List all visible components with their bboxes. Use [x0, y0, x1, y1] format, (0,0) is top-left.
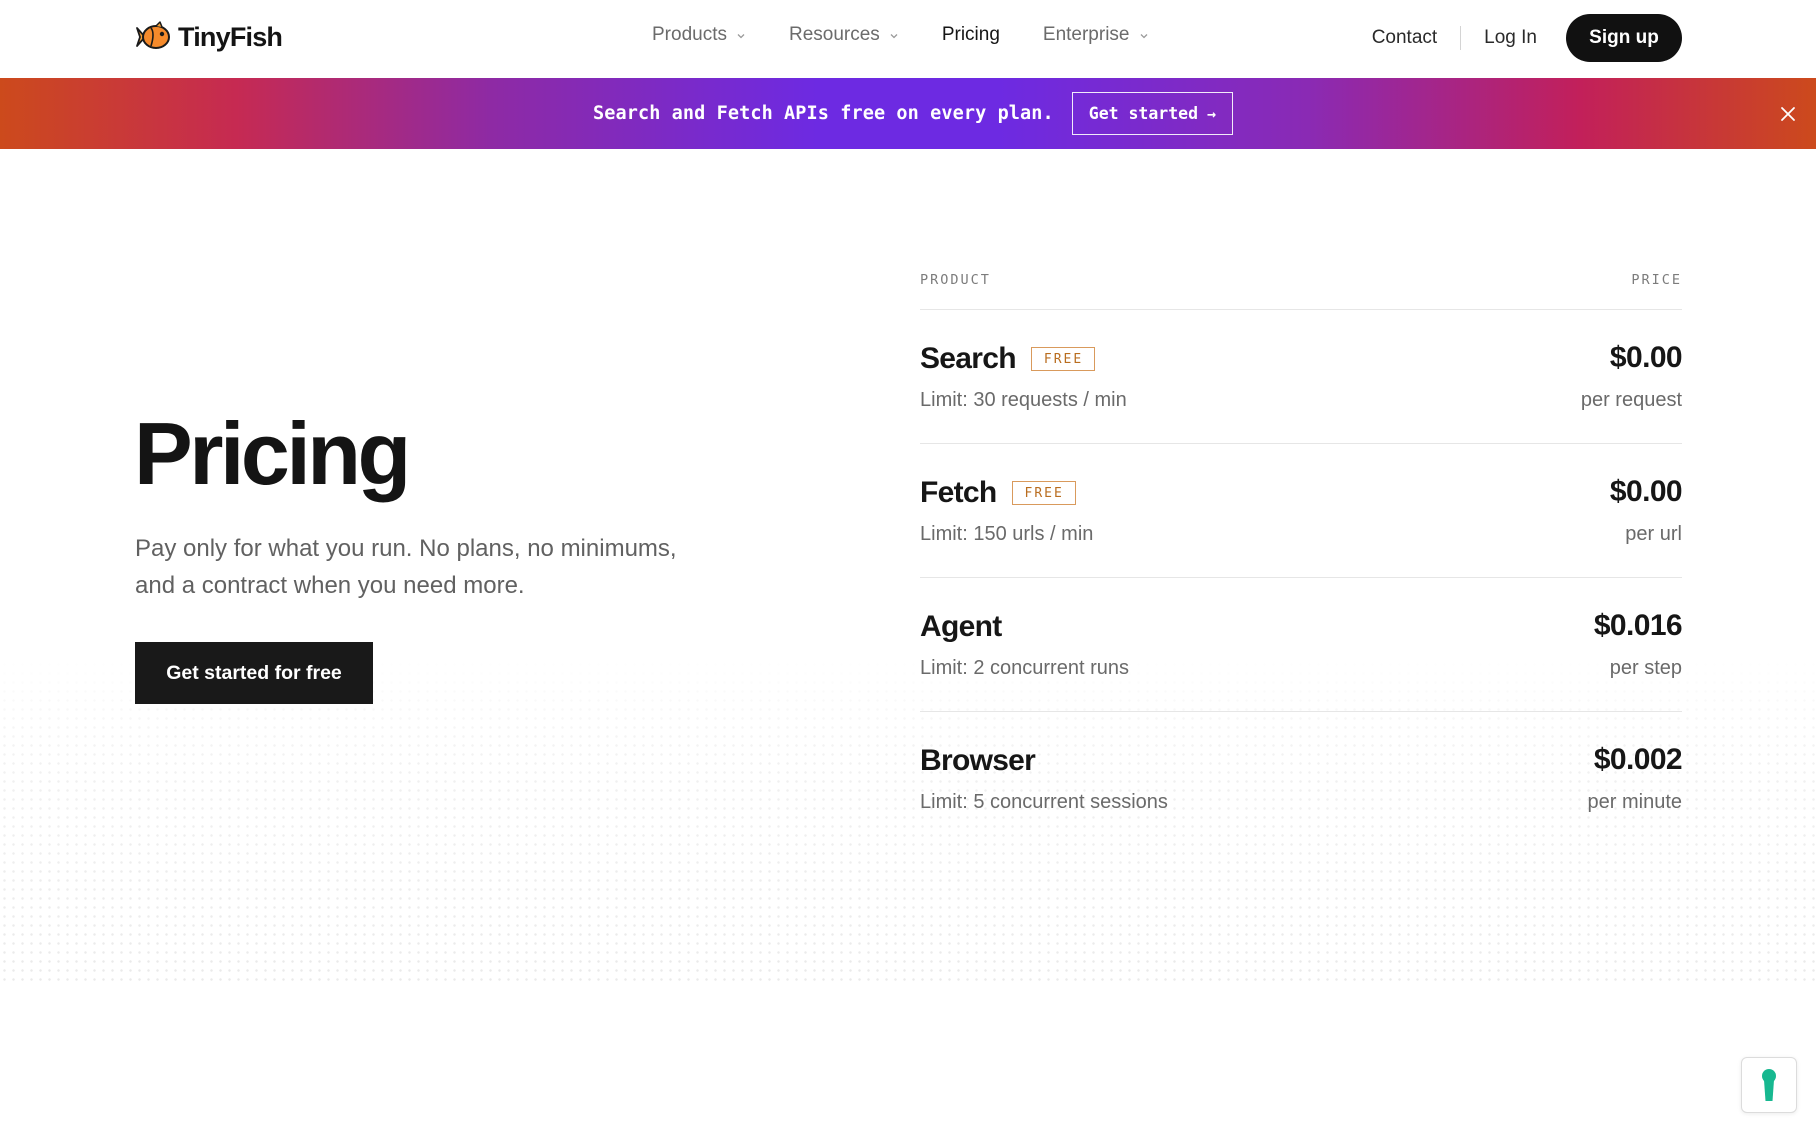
- price-column-header: PRICE: [1631, 272, 1682, 288]
- product-name: Fetch: [920, 476, 997, 509]
- product-price: $0.00: [1609, 341, 1683, 374]
- nav-products[interactable]: Products: [652, 24, 746, 46]
- main-nav: Products Resources Pricing Enterprise: [652, 24, 1192, 46]
- table-row: Agent Limit: 2 concurrent runs $0.016 pe…: [920, 578, 1683, 712]
- product-name: Agent: [920, 610, 1002, 643]
- price-unit: per minute: [1587, 791, 1683, 813]
- get-started-free-button[interactable]: Get started for free: [135, 642, 373, 704]
- product-limit: Limit: 150 urls / min: [920, 523, 1094, 545]
- fish-logo-icon: [136, 21, 170, 49]
- product-column-header: PRODUCT: [920, 272, 991, 288]
- table-row: Search FREE Limit: 30 requests / min $0.…: [920, 310, 1683, 444]
- brand-logo[interactable]: TinyFish: [134, 20, 283, 54]
- signup-button[interactable]: Sign up: [1566, 14, 1682, 62]
- product-name: Browser: [920, 744, 1036, 777]
- close-icon[interactable]: [1776, 102, 1800, 126]
- free-badge: FREE: [1030, 347, 1096, 371]
- banner-button-label: Get started: [1088, 104, 1199, 123]
- floating-widget-button[interactable]: [1741, 1057, 1797, 1113]
- nav-divider: [1460, 26, 1462, 50]
- table-row: Fetch FREE Limit: 150 urls / min $0.00 p…: [920, 444, 1683, 578]
- table-row: Browser Limit: 5 concurrent sessions $0.…: [920, 712, 1683, 846]
- brand-name: TinyFish: [178, 21, 283, 52]
- product-limit: Limit: 5 concurrent sessions: [920, 791, 1168, 813]
- product-limit: Limit: 30 requests / min: [920, 389, 1127, 411]
- product-name-cell: Fetch FREE: [920, 476, 1076, 510]
- nav-actions: Contact Log In Sign up: [1372, 14, 1682, 62]
- product-price: $0.002: [1593, 743, 1683, 776]
- nav-pricing-label: Pricing: [941, 24, 1000, 45]
- page-title: Pricing: [134, 404, 411, 503]
- banner-content: Search and Fetch APIs free on every plan…: [593, 92, 1234, 135]
- hero-subtitle-line-2: and a contract when you need more.: [135, 572, 525, 599]
- nav-enterprise-label: Enterprise: [1042, 24, 1130, 45]
- promo-banner: Search and Fetch APIs free on every plan…: [0, 78, 1816, 149]
- product-limit: Limit: 2 concurrent runs: [920, 657, 1129, 679]
- chevron-down-icon: [1140, 34, 1147, 39]
- keyhole-icon: [1762, 1069, 1776, 1101]
- hero-subtitle: Pay only for what you run. No plans, no …: [135, 530, 735, 604]
- top-nav: TinyFish Products Resources Pricing Ente…: [0, 0, 1816, 78]
- arrow-right-icon: →: [1207, 104, 1217, 123]
- contact-link[interactable]: Contact: [1372, 27, 1437, 49]
- hero-subtitle-line-1: Pay only for what you run. No plans, no …: [135, 535, 677, 562]
- banner-get-started-button[interactable]: Get started →: [1071, 92, 1234, 135]
- login-link[interactable]: Log In: [1484, 27, 1537, 49]
- product-name-cell: Search FREE: [920, 342, 1096, 376]
- product-price: $0.00: [1609, 475, 1683, 508]
- price-unit: per request: [1580, 389, 1682, 411]
- price-unit: per step: [1609, 657, 1682, 679]
- nav-resources-label: Resources: [788, 24, 880, 45]
- chevron-down-icon: [890, 34, 898, 39]
- product-name-cell: Agent: [920, 610, 1002, 644]
- price-unit: per url: [1625, 523, 1682, 545]
- product-name-cell: Browser: [920, 744, 1036, 778]
- nav-products-label: Products: [652, 24, 727, 45]
- nav-pricing[interactable]: Pricing: [942, 24, 1000, 46]
- nav-enterprise[interactable]: Enterprise: [1043, 24, 1149, 46]
- free-badge: FREE: [1011, 481, 1076, 505]
- nav-resources[interactable]: Resources: [789, 24, 899, 46]
- product-price: $0.016: [1593, 609, 1683, 642]
- chevron-down-icon: [737, 34, 745, 39]
- banner-text: Search and Fetch APIs free on every plan…: [593, 103, 1054, 124]
- pricing-table: PRODUCT PRICE Search FREE Limit: 30 requ…: [920, 272, 1683, 846]
- pricing-table-header: PRODUCT PRICE: [920, 272, 1682, 310]
- product-name: Search: [920, 342, 1017, 375]
